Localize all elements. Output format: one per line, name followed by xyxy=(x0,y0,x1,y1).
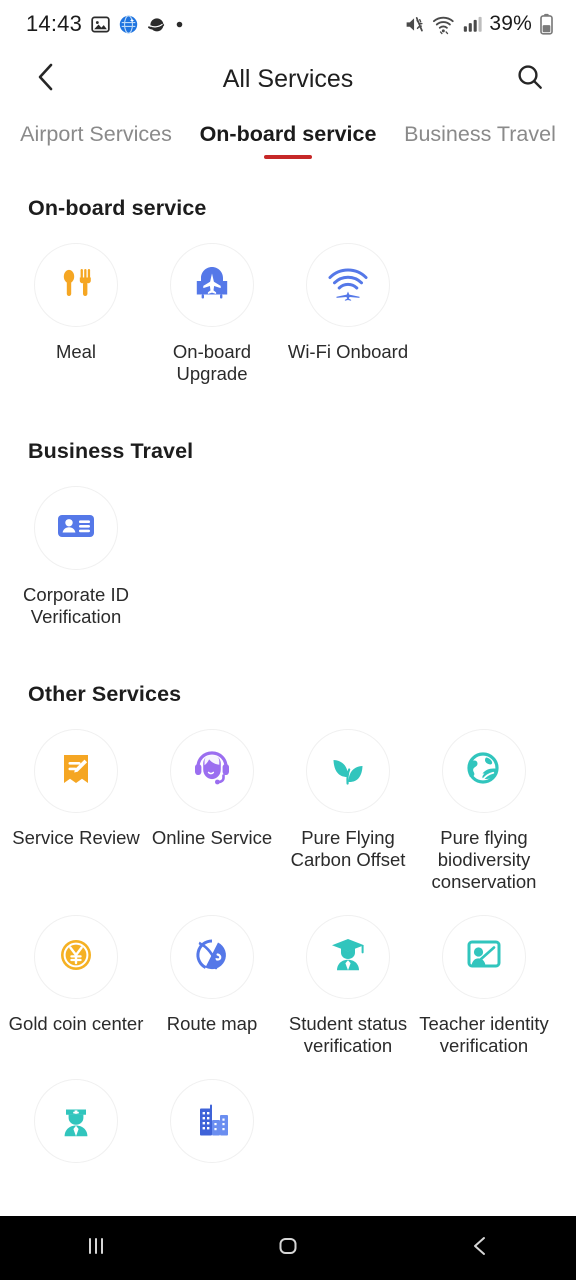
service-label: Meal xyxy=(55,341,97,362)
icon-circle xyxy=(170,1079,254,1163)
service-label: Pure Flying Carbon Offset xyxy=(290,827,406,870)
service-label: Online Service xyxy=(151,827,273,848)
page-title: All Services xyxy=(222,64,354,93)
service-label: Pure flying biodiversity conservation xyxy=(431,827,537,892)
icon-circle xyxy=(170,915,254,999)
mute-icon xyxy=(404,14,425,35)
icon-circle xyxy=(306,729,390,813)
nav-back-icon xyxy=(465,1231,495,1266)
service-label: Corporate ID Verification xyxy=(23,584,129,627)
android-nav-bar xyxy=(0,1216,576,1280)
tab-active-underline xyxy=(264,155,312,159)
service-item-gold-coin-center[interactable]: Gold coin center xyxy=(8,893,144,1057)
back-chevron-icon xyxy=(33,62,59,97)
service-item-nurse[interactable] xyxy=(8,1057,144,1177)
icon-circle xyxy=(34,486,118,570)
service-item-meal[interactable]: Meal xyxy=(8,221,144,385)
tab-business-travel[interactable]: Business Travel xyxy=(384,122,576,159)
search-icon xyxy=(515,62,545,97)
service-label: On-board Upgrade xyxy=(172,341,252,384)
wifi-plane-icon xyxy=(325,263,371,308)
services-scroll-area[interactable]: On-board service Meal On-board Upgrade W… xyxy=(0,170,576,1280)
review-bookmark-icon xyxy=(56,748,96,795)
service-item-teacher-identity-verification[interactable]: Teacher identity verification xyxy=(416,893,552,1057)
nurse-icon xyxy=(54,1097,98,1146)
battery-percent: 39% xyxy=(489,12,532,35)
service-item-online-service[interactable]: Online Service xyxy=(144,707,280,893)
icon-circle xyxy=(34,729,118,813)
teacher-board-icon xyxy=(462,933,506,982)
service-label: Wi-Fi Onboard xyxy=(287,341,409,362)
service-item-buildings[interactable] xyxy=(144,1057,280,1177)
id-card-icon xyxy=(55,505,97,552)
back-button[interactable] xyxy=(26,59,66,99)
tab-label: On-board service xyxy=(199,122,377,146)
image-icon xyxy=(91,15,110,34)
route-globe-icon xyxy=(190,933,234,982)
service-item-on-board-upgrade[interactable]: On-board Upgrade xyxy=(144,221,280,385)
service-label: Teacher identity verification xyxy=(419,1013,549,1056)
service-item-service-review[interactable]: Service Review xyxy=(8,707,144,893)
dot-icon xyxy=(175,20,184,29)
gold-coin-icon xyxy=(55,934,97,981)
tab-airport-services[interactable]: Airport Services xyxy=(0,122,192,159)
phone-screen: 14:43 39% All Services Airport Services … xyxy=(0,0,576,1280)
wifi-icon xyxy=(432,14,455,35)
icon-circle xyxy=(306,915,390,999)
leaves-icon xyxy=(326,747,370,796)
service-item-corporate-id-verification[interactable]: Corporate ID Verification xyxy=(8,464,144,628)
status-time: 14:43 xyxy=(26,11,83,36)
home-icon xyxy=(273,1231,303,1266)
icon-circle xyxy=(170,729,254,813)
status-bar-right: 39% xyxy=(404,12,554,36)
meal-icon xyxy=(54,261,98,310)
planet-icon xyxy=(147,15,166,34)
service-label: Gold coin center xyxy=(8,1013,144,1034)
recents-button[interactable] xyxy=(56,1216,136,1280)
service-item-student-status-verification[interactable]: Student status verification xyxy=(280,893,416,1057)
service-grid-on-board: Meal On-board Upgrade Wi-Fi Onboard xyxy=(0,221,576,385)
tab-label: Business Travel xyxy=(404,122,556,146)
service-label: Service Review xyxy=(12,827,140,848)
headset-agent-icon xyxy=(190,747,234,796)
service-label: Route map xyxy=(166,1013,258,1034)
globe-leaf-icon xyxy=(462,747,506,796)
service-item-pure-flying-biodiversity[interactable]: Pure flying biodiversity conservation xyxy=(416,707,552,893)
signal-icon xyxy=(462,14,482,34)
service-item-pure-flying-carbon-offset[interactable]: Pure Flying Carbon Offset xyxy=(280,707,416,893)
icon-circle xyxy=(34,915,118,999)
tab-bar: Airport Services On-board service Busine… xyxy=(0,110,576,170)
service-grid-other-services: Service Review Online Service Pure Flyin… xyxy=(0,707,576,1177)
status-bar-left: 14:43 xyxy=(26,11,184,37)
graduate-icon xyxy=(326,933,370,982)
status-bar: 14:43 39% xyxy=(0,0,576,48)
tab-on-board-service[interactable]: On-board service xyxy=(192,122,384,159)
recent-apps-icon xyxy=(81,1231,111,1266)
home-button[interactable] xyxy=(248,1216,328,1280)
app-bar: All Services xyxy=(0,48,576,110)
buildings-icon xyxy=(190,1097,234,1146)
icon-circle xyxy=(34,243,118,327)
icon-circle xyxy=(442,729,526,813)
service-item-route-map[interactable]: Route map xyxy=(144,893,280,1057)
tab-label: Airport Services xyxy=(20,122,172,146)
icon-circle xyxy=(306,243,390,327)
battery-icon xyxy=(539,13,554,35)
icon-circle xyxy=(442,915,526,999)
section-title-on-board-service: On-board service xyxy=(28,196,207,220)
icon-circle xyxy=(34,1079,118,1163)
plane-upgrade-icon xyxy=(190,261,234,310)
icon-circle xyxy=(170,243,254,327)
section-title-business-travel: Business Travel xyxy=(28,439,194,463)
nav-back-button[interactable] xyxy=(440,1216,520,1280)
globe-icon xyxy=(119,14,138,34)
service-item-wifi-onboard[interactable]: Wi-Fi Onboard xyxy=(280,221,416,385)
search-button[interactable] xyxy=(510,59,550,99)
section-title-other-services: Other Services xyxy=(28,682,182,706)
service-grid-business-travel: Corporate ID Verification xyxy=(0,464,576,628)
service-label: Student status verification xyxy=(288,1013,408,1056)
